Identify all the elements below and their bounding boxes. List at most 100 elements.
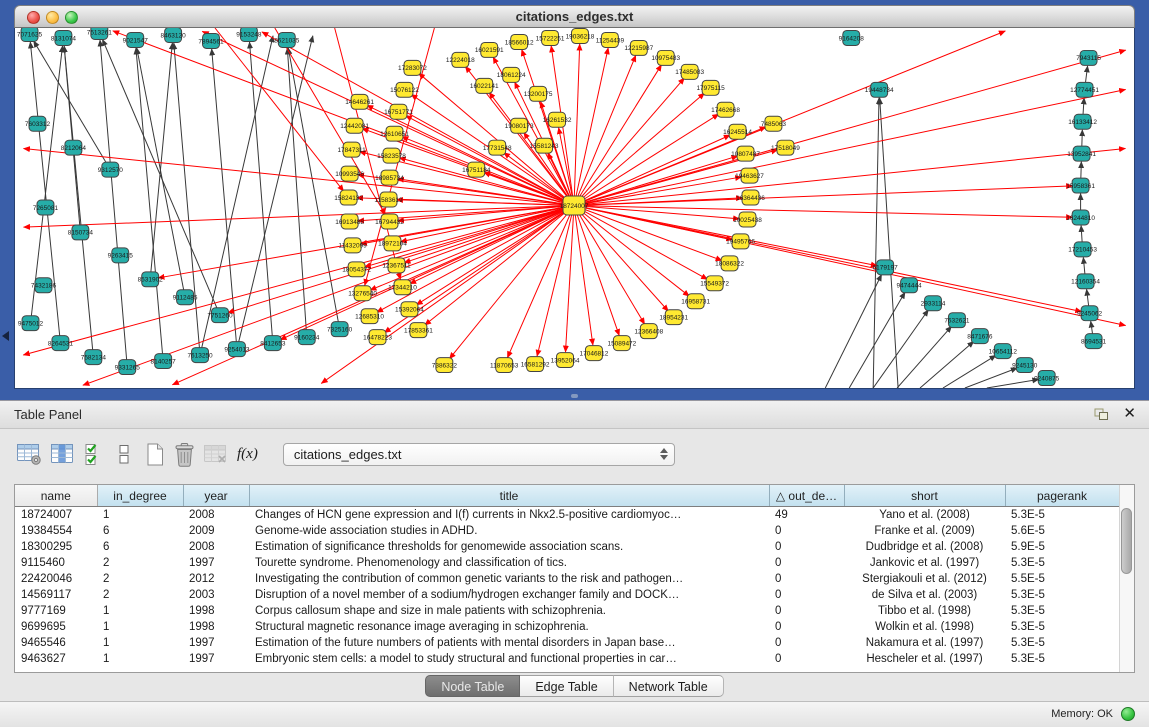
- cell-name[interactable]: 9699695: [15, 619, 97, 635]
- table-row[interactable]: 1938455462009Genome-wide association stu…: [15, 523, 1119, 539]
- cell-short[interactable]: Jankovic et al. (1997): [844, 555, 1005, 571]
- cell-in_degree[interactable]: 2: [97, 571, 183, 587]
- cell-out_degree[interactable]: 0: [769, 619, 844, 635]
- zoom-window-button[interactable]: [65, 11, 78, 24]
- select-all-button[interactable]: [84, 438, 104, 470]
- table-row[interactable]: 1872400712008Changes of HCN gene express…: [15, 507, 1119, 524]
- cell-out_degree[interactable]: 0: [769, 635, 844, 651]
- column-header-out_de[interactable]: △ out_de…: [769, 485, 844, 507]
- cell-title[interactable]: Corpus callosum shape and size in male p…: [249, 603, 769, 619]
- cell-pagerank[interactable]: 5.3E-5: [1005, 619, 1119, 635]
- float-panel-icon[interactable]: [1094, 408, 1109, 426]
- divider-handle[interactable]: [571, 394, 578, 398]
- tab-network-table[interactable]: Network Table: [614, 675, 724, 697]
- network-canvas[interactable]: 7071625813107475132619021547846312078945…: [14, 28, 1135, 389]
- cell-short[interactable]: Nakamura et al. (1997): [844, 635, 1005, 651]
- cell-name[interactable]: 9115460: [15, 555, 97, 571]
- table-row[interactable]: 1456911722003Disruption of a novel membe…: [15, 587, 1119, 603]
- cell-in_degree[interactable]: 1: [97, 603, 183, 619]
- cell-name[interactable]: 9777169: [15, 603, 97, 619]
- cell-short[interactable]: Dudbridge et al. (2008): [844, 539, 1005, 555]
- graph-edge[interactable]: [377, 206, 574, 313]
- cell-in_degree[interactable]: 1: [97, 635, 183, 651]
- column-header-short[interactable]: short: [844, 485, 1005, 507]
- graph-edge[interactable]: [574, 31, 1005, 206]
- graph-edge[interactable]: [102, 39, 220, 315]
- graph-edge[interactable]: [280, 206, 574, 340]
- function-builder-button[interactable]: f(x): [237, 438, 258, 470]
- cell-title[interactable]: Changes of HCN gene expression and I(f) …: [249, 507, 769, 524]
- cell-out_degree[interactable]: 0: [769, 651, 844, 667]
- cell-out_degree[interactable]: 0: [769, 587, 844, 603]
- graph-edge[interactable]: [987, 379, 1039, 388]
- cell-name[interactable]: 18724007: [15, 507, 97, 524]
- cell-name[interactable]: 9465546: [15, 635, 97, 651]
- memory-status-led[interactable]: [1121, 707, 1135, 721]
- table-scrollbar-thumb[interactable]: [1121, 508, 1132, 574]
- cell-title[interactable]: Embryonic stem cells: a model to study s…: [249, 651, 769, 667]
- graph-edge[interactable]: [574, 206, 593, 346]
- cell-short[interactable]: Yano et al. (2008): [844, 507, 1005, 524]
- network-window-titlebar[interactable]: citations_edges.txt: [14, 5, 1135, 28]
- cell-title[interactable]: Tourette syndrome. Phenomenology and cla…: [249, 555, 769, 571]
- graph-edge[interactable]: [849, 292, 905, 388]
- graph-edge[interactable]: [574, 50, 1126, 205]
- graph-edge[interactable]: [237, 36, 313, 349]
- cell-pagerank[interactable]: 5.3E-5: [1005, 651, 1119, 667]
- cell-title[interactable]: Investigating the contribution of common…: [249, 571, 769, 587]
- table-row[interactable]: 969969511998Structural magnetic resonanc…: [15, 619, 1119, 635]
- cell-out_degree[interactable]: 0: [769, 571, 844, 587]
- cell-pagerank[interactable]: 5.6E-5: [1005, 523, 1119, 539]
- cell-year[interactable]: 1998: [183, 619, 249, 635]
- delete-table-button[interactable]: [203, 438, 230, 470]
- cell-out_degree[interactable]: 49: [769, 507, 844, 524]
- graph-edge[interactable]: [416, 206, 574, 305]
- cell-name[interactable]: 9463627: [15, 651, 97, 667]
- column-header-in_degree[interactable]: in_degree: [97, 485, 183, 507]
- cell-year[interactable]: 2008: [183, 507, 249, 524]
- cell-out_degree[interactable]: 0: [769, 603, 844, 619]
- graph-edge[interactable]: [150, 43, 172, 279]
- cell-pagerank[interactable]: 5.3E-5: [1005, 507, 1119, 524]
- cell-pagerank[interactable]: 5.3E-5: [1005, 555, 1119, 571]
- cell-title[interactable]: Genome-wide association studies in ADHD.: [249, 523, 769, 539]
- graph-edge[interactable]: [574, 114, 719, 205]
- column-header-title[interactable]: title: [249, 485, 769, 507]
- minimize-window-button[interactable]: [46, 11, 59, 24]
- show-columns-button[interactable]: [50, 438, 77, 470]
- table-row[interactable]: 911546021997Tourette syndrome. Phenomeno…: [15, 555, 1119, 571]
- cell-year[interactable]: 1997: [183, 635, 249, 651]
- cell-year[interactable]: 1998: [183, 603, 249, 619]
- cell-short[interactable]: de Silva et al. (2003): [844, 587, 1005, 603]
- graph-edge[interactable]: [574, 206, 1082, 312]
- table-row[interactable]: 2242004622012Investigating the contribut…: [15, 571, 1119, 587]
- table-row[interactable]: 977716911998Corpus callosum shape and si…: [15, 603, 1119, 619]
- graph-edge[interactable]: [64, 46, 80, 233]
- graph-edge[interactable]: [920, 341, 974, 388]
- cell-year[interactable]: 2009: [183, 523, 249, 539]
- cell-short[interactable]: Hescheler et al. (1997): [844, 651, 1005, 667]
- table-mode-button[interactable]: [16, 438, 43, 470]
- table-row[interactable]: 1830029562008Estimation of significance …: [15, 539, 1119, 555]
- cell-title[interactable]: Estimation of the future numbers of pati…: [249, 635, 769, 651]
- new-column-button[interactable]: [145, 438, 166, 470]
- citation-network-graph[interactable]: 7071625813107475132619021547846312078945…: [15, 28, 1134, 388]
- cell-pagerank[interactable]: 5.3E-5: [1005, 587, 1119, 603]
- cell-short[interactable]: Franke et al. (2009): [844, 523, 1005, 539]
- cell-short[interactable]: Stergiakouli et al. (2012): [844, 571, 1005, 587]
- graph-edge[interactable]: [574, 135, 730, 206]
- table-row[interactable]: 946362711997Embryonic stem cells: a mode…: [15, 651, 1119, 667]
- cell-in_degree[interactable]: 1: [97, 619, 183, 635]
- graph-edge[interactable]: [275, 28, 386, 215]
- close-panel-icon[interactable]: ✕: [1123, 404, 1136, 422]
- graph-edge[interactable]: [215, 28, 344, 191]
- cell-short[interactable]: Wolkin et al. (1998): [844, 619, 1005, 635]
- cell-in_degree[interactable]: 2: [97, 587, 183, 603]
- graph-edge[interactable]: [574, 89, 1126, 205]
- cell-pagerank[interactable]: 5.3E-5: [1005, 603, 1119, 619]
- cell-out_degree[interactable]: 0: [769, 523, 844, 539]
- graph-edge[interactable]: [574, 186, 1073, 206]
- cell-name[interactable]: 18300295: [15, 539, 97, 555]
- cell-out_degree[interactable]: 0: [769, 555, 844, 571]
- graph-edge[interactable]: [574, 93, 705, 205]
